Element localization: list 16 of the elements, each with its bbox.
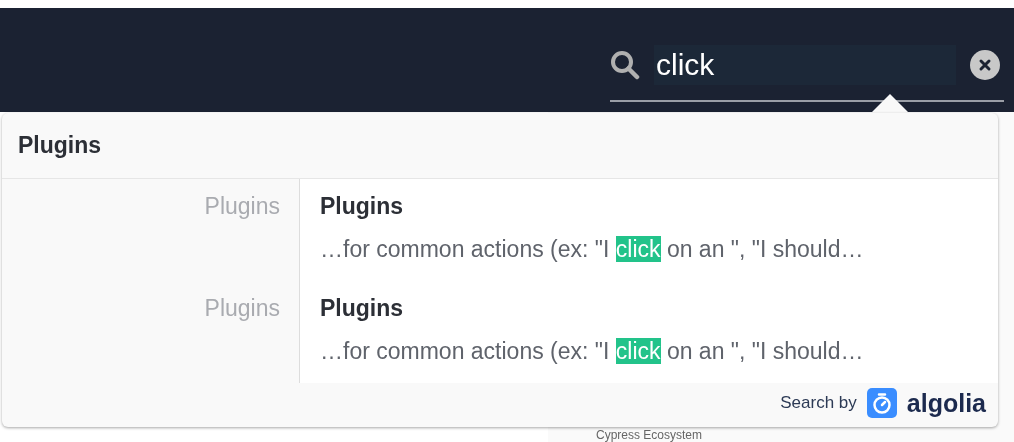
result-title: Plugins: [320, 193, 404, 220]
result-snippet: …for common actions (ex: "I click on an ", "I should…: [320, 236, 864, 263]
close-icon: [978, 58, 992, 72]
result-snippet: …for common actions (ex: "I click on an ", "I should…: [320, 338, 864, 365]
stopwatch-icon: [866, 388, 897, 418]
search-result[interactable]: Plugins …for common actions (ex: "I click on an ", "I should…: [300, 281, 998, 383]
brand-logo[interactable]: algolia: [906, 388, 986, 418]
search-result[interactable]: Plugins …for common actions (ex: "I click on an ", "I should…: [300, 179, 998, 281]
page-heading: Cypress Ecosystem: [596, 429, 703, 442]
clear-button[interactable]: [970, 50, 1000, 80]
result-title: Plugins: [320, 295, 404, 322]
search-icon: [610, 50, 640, 80]
result-category: Plugins: [204, 193, 280, 221]
search-input[interactable]: click: [654, 45, 956, 85]
result-category: Plugins: [204, 295, 280, 323]
search-by-label: Search by: [780, 393, 857, 413]
